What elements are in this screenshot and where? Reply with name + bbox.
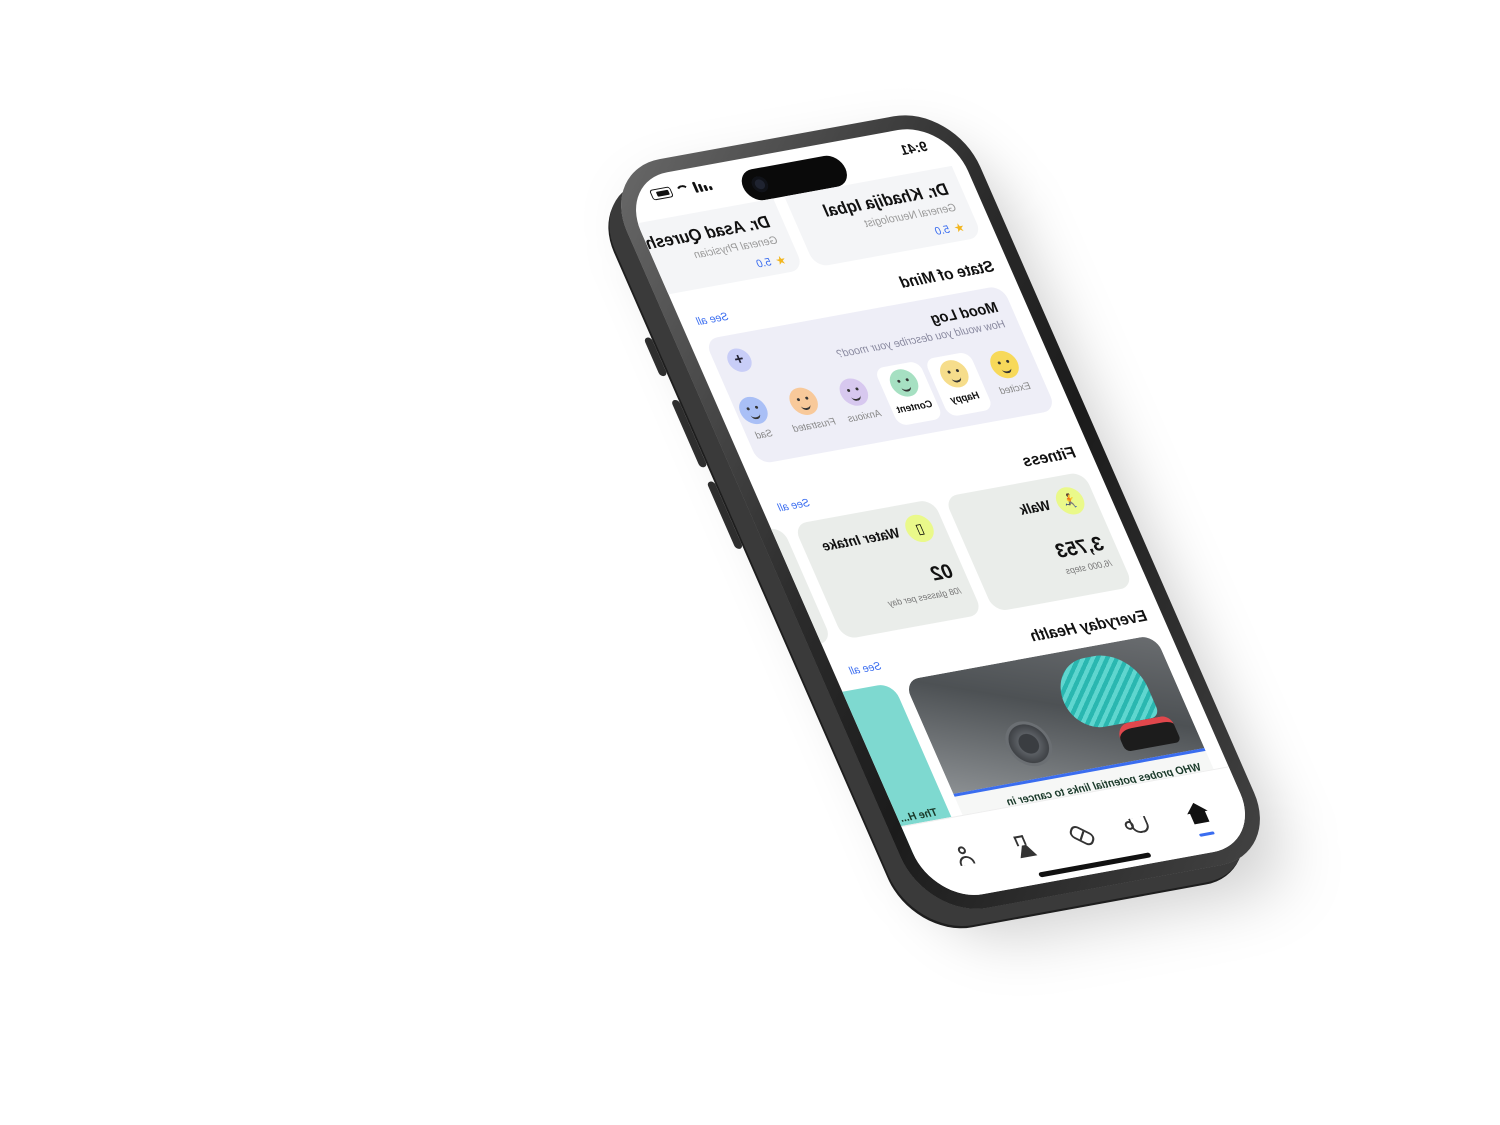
content-face-icon: [885, 367, 923, 399]
tab-home[interactable]: [1174, 794, 1223, 835]
tab-medicines[interactable]: [1058, 815, 1107, 856]
mood-label: Anxious: [845, 408, 884, 425]
status-icons: [648, 179, 714, 201]
status-time: 9:41: [897, 137, 931, 158]
action-button: [643, 336, 668, 377]
volume-up-button: [670, 399, 708, 468]
wifi-icon: [674, 183, 692, 196]
signal-icon: [691, 179, 714, 193]
mood-label: Frustrated: [790, 416, 838, 435]
home-content: Dr. Khadija Iqbal General Neurologist ★ …: [618, 163, 1239, 890]
mood-label: Happy: [948, 390, 982, 407]
mood-label: Sad: [753, 428, 775, 442]
rating-value: 5.0: [932, 223, 953, 238]
fitness-name: Water Intake: [818, 524, 903, 554]
fitness-section: Fitness See all 🏃 Walk 3,753 /6,000 step…: [642, 444, 1134, 668]
see-all-link[interactable]: See all: [694, 311, 730, 328]
pill-icon: [1068, 823, 1096, 847]
section-title: State of Mind: [896, 258, 998, 292]
stethoscope-icon: [1128, 815, 1152, 834]
flask-icon: [1013, 839, 1037, 858]
yoga-mat-graphic: [997, 717, 1060, 770]
tab-profile[interactable]: [942, 836, 991, 877]
section-title: Fitness: [1019, 444, 1079, 471]
walk-icon: 🏃: [1051, 485, 1090, 517]
tab-lab[interactable]: [1000, 825, 1049, 866]
camera-icon: [749, 175, 771, 194]
volume-down-button: [706, 480, 744, 550]
glass-icon: ▯: [900, 512, 939, 545]
rating-value: 5.0: [754, 256, 774, 271]
excited-face-icon: [985, 348, 1024, 381]
mockup-stage: 9:41 Dr. Khadija Iqbal General Neurologi…: [0, 0, 1500, 1125]
mood-label: Content: [894, 398, 935, 416]
sad-face-icon: [734, 394, 773, 427]
state-of-mind-section: State of Mind See all Mood Log How would…: [693, 258, 1057, 465]
fitness-unit: /08: [691, 613, 812, 644]
fitness-name: Walk: [1016, 496, 1054, 518]
frustrated-face-icon: [784, 385, 823, 418]
anxious-face-icon: [834, 376, 873, 408]
star-icon: ★: [772, 252, 789, 268]
star-icon: ★: [951, 220, 968, 236]
user-icon: [956, 848, 975, 864]
phone-device: 9:41 Dr. Khadija Iqbal General Neurologi…: [600, 105, 1281, 919]
home-icon: [1189, 809, 1210, 824]
mood-options: Excited Happy Content Anxious Frustrated…: [723, 342, 1044, 454]
phone-screen: 9:41 Dr. Khadija Iqbal General Neurologi…: [618, 121, 1263, 903]
happy-face-icon: [935, 357, 974, 390]
see-all-link[interactable]: See all: [776, 497, 812, 514]
see-all-link[interactable]: See all: [847, 660, 883, 677]
tab-doctors[interactable]: [1116, 804, 1165, 845]
mood-label: Excited: [997, 380, 1033, 398]
battery-icon: [648, 186, 675, 201]
mirrored-app-view: 9:41 Dr. Khadija Iqbal General Neurologi…: [618, 121, 1263, 903]
